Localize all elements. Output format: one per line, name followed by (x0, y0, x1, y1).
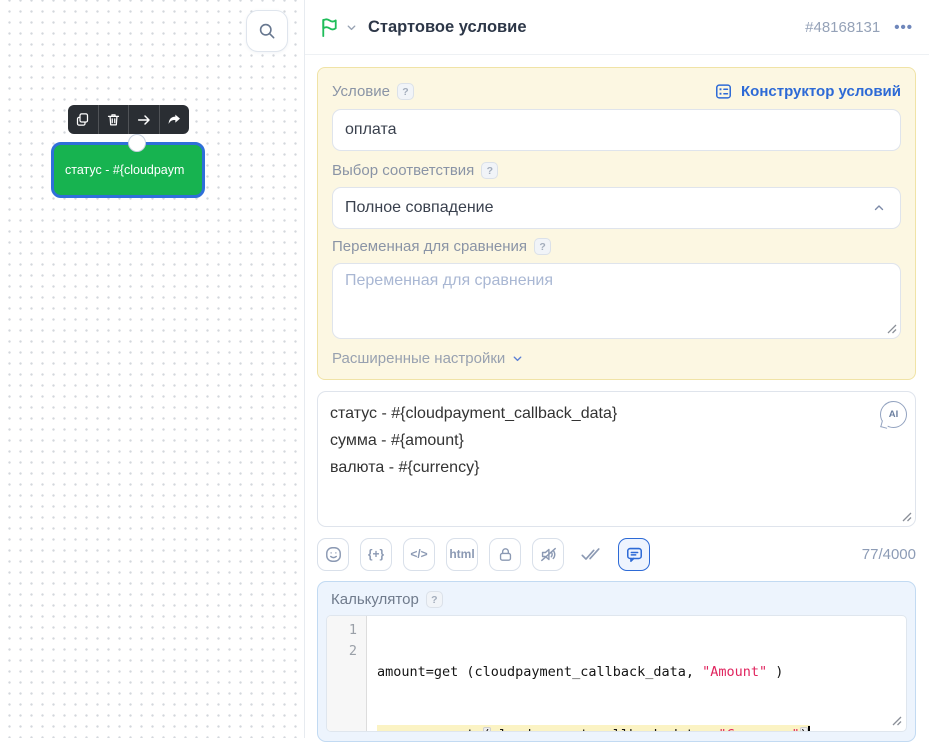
node-id-badge: #48168131 (805, 18, 881, 36)
help-icon[interactable]: ? (534, 238, 552, 255)
page-title: Стартовое условие (368, 17, 527, 36)
advanced-settings-toggle[interactable]: Расширенные настройки (332, 350, 901, 367)
code-icon: </> (410, 547, 428, 561)
code-line: currency=get (cloudpayment_callback_data… (377, 725, 906, 731)
flag-icon (318, 16, 341, 39)
insert-variable-button[interactable]: {+} (360, 537, 392, 571)
node-type-dropdown[interactable] (318, 16, 358, 39)
line-number: 2 (348, 643, 357, 659)
comparison-variable-label: Переменная для сравнения (332, 238, 528, 255)
delete-node-button[interactable] (99, 105, 129, 134)
share-node-button[interactable] (160, 105, 190, 134)
arrow-right-icon (136, 112, 152, 128)
share-icon (166, 112, 182, 128)
condition-constructor-button[interactable]: Конструктор условий (714, 82, 901, 101)
lock-icon (497, 546, 514, 563)
goto-node-button[interactable] (129, 105, 160, 134)
chevron-down-icon (345, 21, 358, 34)
message-bubble-icon (625, 545, 644, 564)
line-number: 1 (348, 622, 357, 638)
char-counter: 77/4000 (861, 545, 916, 563)
flow-canvas[interactable]: статус - #{cloudpaym (0, 0, 304, 738)
html-icon: html (449, 547, 475, 561)
constructor-icon (714, 82, 733, 101)
search-icon (257, 21, 277, 41)
comparison-variable-input[interactable] (332, 263, 901, 339)
condition-label: Условие (332, 83, 390, 100)
node-connector[interactable] (128, 134, 146, 152)
html-button[interactable]: html (446, 537, 478, 571)
ai-badge-label: AI (888, 409, 899, 420)
condition-input[interactable] (332, 109, 901, 151)
chevron-down-icon (511, 352, 524, 365)
match-type-label: Выбор соответствия (332, 162, 475, 179)
constructor-label: Конструктор условий (741, 83, 901, 100)
text-cursor (807, 726, 810, 731)
node-label: статус - #{cloudpaym (65, 163, 185, 177)
help-icon[interactable]: ? (396, 83, 414, 100)
copy-node-button[interactable] (68, 105, 99, 134)
flow-node-start-condition[interactable]: статус - #{cloudpaym (51, 142, 205, 198)
code-button[interactable]: </> (403, 537, 435, 571)
read-check-button[interactable] (575, 537, 607, 571)
details-panel: Стартовое условие #48168131 ••• Условие … (304, 0, 929, 742)
advanced-settings-label: Расширенные настройки (332, 350, 506, 367)
mute-icon (539, 545, 558, 564)
trash-icon (106, 112, 121, 127)
smiley-icon (324, 545, 343, 564)
insert-variable-icon: {+} (367, 547, 385, 561)
message-toolbar: {+} </> html 77/4000 (317, 537, 916, 571)
double-check-icon (580, 543, 602, 565)
ai-assistant-button[interactable]: AI (880, 401, 907, 428)
more-menu-button[interactable]: ••• (894, 19, 913, 36)
line-number-gutter: 1 2 (327, 616, 367, 731)
node-toolbar (68, 105, 189, 134)
message-mode-button[interactable] (618, 537, 650, 571)
panel-header: Стартовое условие #48168131 ••• (305, 0, 929, 55)
condition-section: Условие ? Конструктор условий Выбор соот… (317, 67, 916, 380)
calculator-label: Калькулятор (331, 591, 419, 608)
code-area[interactable]: amount=get (cloudpayment_callback_data, … (367, 616, 906, 731)
mute-button[interactable] (532, 537, 564, 571)
help-icon[interactable]: ? (425, 591, 443, 608)
calculator-section: Калькулятор ? 1 2 amount=get (cloudpayme… (317, 581, 916, 742)
lock-button[interactable] (489, 537, 521, 571)
message-text-input[interactable]: статус - #{cloudpayment_callback_data} с… (317, 391, 916, 527)
chevron-up-icon (872, 201, 886, 215)
match-type-select[interactable]: Полное совпадение (332, 187, 901, 229)
emoji-button[interactable] (317, 537, 349, 571)
code-line: amount=get (cloudpayment_callback_data, … (377, 664, 784, 680)
help-icon[interactable]: ? (481, 162, 499, 179)
calculator-editor[interactable]: 1 2 amount=get (cloudpayment_callback_da… (326, 615, 907, 732)
match-type-value: Полное совпадение (345, 199, 494, 216)
search-button[interactable] (246, 10, 288, 52)
copy-icon (75, 112, 90, 127)
